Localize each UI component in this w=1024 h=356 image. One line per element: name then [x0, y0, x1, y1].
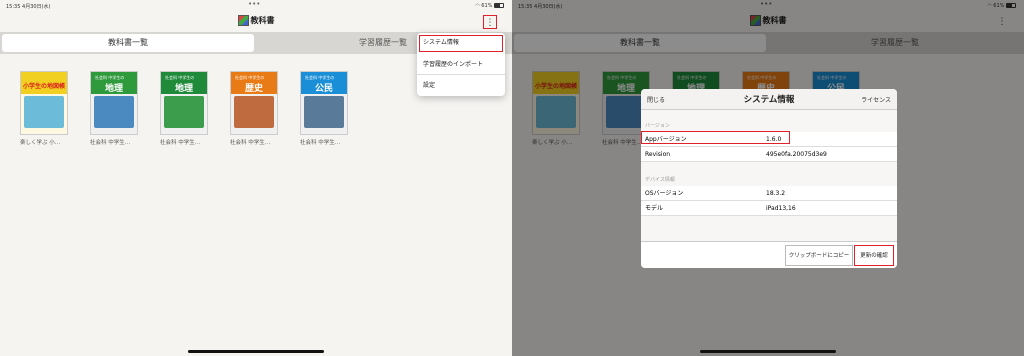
book-label: 社会科 中学生… — [90, 140, 131, 146]
check-update-button[interactable]: 更新の確認 — [854, 245, 894, 266]
menu-item-settings[interactable]: 設定 — [417, 75, 505, 96]
book-cover[interactable]: 社会科 中学生の歴史 — [230, 71, 278, 135]
dialog-body: バージョン Appバージョン 1.6.0 Revision 495e0fa.20… — [641, 110, 897, 241]
cover-image — [94, 96, 134, 128]
screen-system-info: 15:35 4月30日(水) ••• ◠ 61% 教科書 ⋮ 教科書一覧 学習履… — [512, 0, 1024, 356]
cover-image — [24, 96, 64, 128]
cover-image — [234, 96, 274, 128]
menu-item-import-history[interactable]: 学習履歴のインポート — [417, 54, 505, 75]
tab-textbook-list[interactable]: 教科書一覧 — [2, 34, 254, 52]
book-cover[interactable]: 小学生の地図帳 — [20, 71, 68, 135]
more-menu: システム情報 学習履歴のインポート 設定 — [417, 33, 505, 96]
dialog-title: システム情報 — [743, 95, 795, 105]
status-time: 15:35 4月30日(水) — [6, 4, 51, 10]
book-cover[interactable]: 社会科 中学生の地理 — [90, 71, 138, 135]
battery-icon — [494, 3, 504, 8]
status-right: ◠ 61% — [475, 3, 504, 9]
wifi-icon: ◠ — [475, 3, 480, 9]
row-os-version: OSバージョン 18.3.2 — [641, 186, 897, 201]
cover-image — [164, 96, 204, 128]
app-header: 教科書 ⋮ — [0, 12, 512, 32]
cover-title: 小学生の地図帳 — [22, 83, 65, 90]
cover-title: 歴史 — [244, 84, 263, 94]
dialog-header: 閉じる システム情報 ライセンス — [641, 89, 897, 110]
more-menu-button[interactable]: ⋮ — [483, 15, 497, 29]
book-label: 社会科 中学生… — [300, 140, 341, 146]
status-bar: 15:35 4月30日(水) ••• ◠ 61% — [0, 0, 512, 12]
book-cover[interactable]: 社会科 中学生の地理 — [160, 71, 208, 135]
section-device: デバイス情報 — [645, 177, 675, 183]
system-info-dialog: 閉じる システム情報 ライセンス バージョン Appバージョン 1.6.0 Re… — [641, 89, 897, 268]
row-revision: Revision 495e0fa.20075d3e9 — [641, 147, 897, 162]
model-label: モデル — [645, 205, 664, 212]
book-label: 楽しく学ぶ 小… — [20, 140, 61, 146]
section-version: バージョン — [645, 123, 670, 129]
revision-value: 495e0fa.20075d3e9 — [766, 151, 827, 158]
book-item[interactable]: 小学生の地図帳 楽しく学ぶ 小… — [20, 71, 68, 146]
book-item[interactable]: 社会科 中学生の公民社会科 中学生… — [300, 71, 348, 146]
dialog-footer: クリップボードにコピー 更新の確認 — [641, 241, 897, 268]
revision-label: Revision — [645, 151, 671, 158]
more-vertical-icon: ⋮ — [485, 18, 495, 28]
book-label: 社会科 中学生… — [230, 140, 271, 146]
cover-title: 地理 — [174, 84, 193, 94]
os-version-label: OSバージョン — [645, 190, 684, 197]
app-title: 教科書 — [0, 15, 512, 26]
license-button[interactable]: ライセンス — [861, 95, 891, 104]
row-model: モデル iPad13,16 — [641, 201, 897, 216]
menu-item-system-info[interactable]: システム情報 — [419, 35, 503, 52]
cover-title: 公民 — [314, 84, 333, 94]
model-value: iPad13,16 — [766, 205, 796, 212]
book-label: 社会科 中学生… — [160, 140, 201, 146]
book-item[interactable]: 社会科 中学生の地理社会科 中学生… — [90, 71, 138, 146]
cover-title: 地理 — [104, 84, 123, 94]
app-version-highlight — [641, 131, 790, 144]
cover-image — [304, 96, 344, 128]
book-item[interactable]: 社会科 中学生の歴史社会科 中学生… — [230, 71, 278, 146]
book-cover[interactable]: 社会科 中学生の公民 — [300, 71, 348, 135]
multitask-dots-icon[interactable]: ••• — [248, 0, 260, 8]
os-version-value: 18.3.2 — [766, 190, 786, 197]
home-indicator[interactable] — [188, 350, 324, 353]
home-indicator[interactable] — [700, 350, 836, 353]
book-item[interactable]: 社会科 中学生の地理社会科 中学生… — [160, 71, 208, 146]
screen-textbook-list: 15:35 4月30日(水) ••• ◠ 61% 教科書 ⋮ 教科書一覧 学習履… — [0, 0, 512, 356]
textbook-logo-icon — [237, 15, 249, 26]
copy-to-clipboard-button[interactable]: クリップボードにコピー — [785, 245, 853, 266]
battery-percentage: 61% — [481, 3, 493, 9]
